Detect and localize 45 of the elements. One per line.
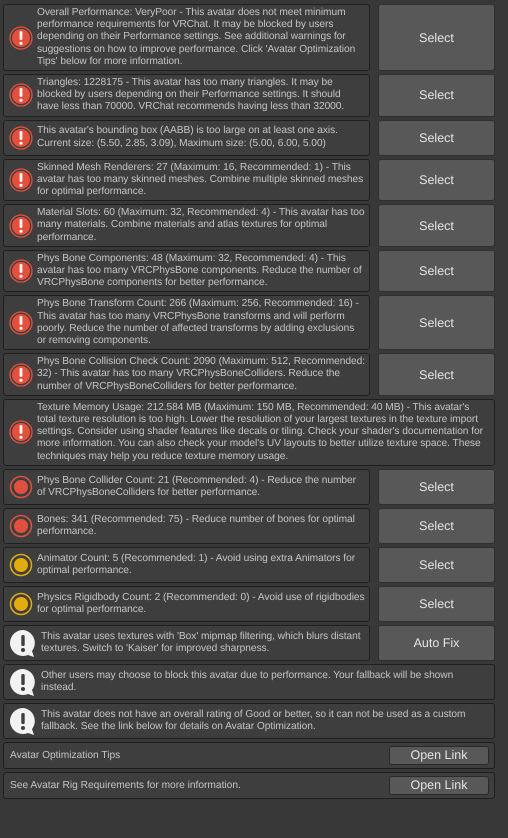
- error-icon: [9, 310, 33, 335]
- message-text: Phys Bone Components: 48 (Maximum: 32, Recommended: 4) - This avatar has too many VRCPhysBone components. Reduce the number of VRCPhysBone components for better performance.: [37, 252, 363, 290]
- message-text: Triangles: 1228175 - This avatar has too many triangles. It may be blocked by users depending on their Performance settings. It should have less than 70000. VRChat recommends having less than 32000.: [37, 77, 346, 114]
- action-button[interactable]: Select: [378, 353, 495, 396]
- message-text: Phys Bone Collision Check Count: 2090 (Maximum: 512, Recommended: 32) - This avatar has too many VRCPhysBoneColliders. Reduce the number of VRCPhysBoneColliders for better performance.: [37, 356, 365, 393]
- message-text: Skinned Mesh Renderers: 27 (Maximum: 16, Recommended: 1) - This avatar has too many skinned meshes. Combine multiple skinned meshes for optimal performance.: [37, 162, 364, 198]
- action-button[interactable]: Select: [378, 120, 495, 156]
- action-button[interactable]: Auto Fix: [378, 624, 495, 661]
- message-text: Texture Memory Usage: 212.584 MB (Maximum: 150 MB, Recommended: 40 MB) - This avatar's total texture resolution is too high. Lower the resolution of your largest textures in the texture import settings. Consider using shader features like decals or tiling. Check your shader's documentation for more information. You can also check your model's UV layouts to better utilize texture space. These techniques may help you reduce texture memory usage.: [37, 402, 484, 463]
- link-label: Avatar Optimization Tips: [10, 750, 120, 761]
- message-text: Phys Bone Collider Count: 21 (Recommended: 4) - Reduce the number of VRCPhysBoneColliders for better performance.: [37, 474, 357, 500]
- open-link-button[interactable]: Open Link: [389, 746, 489, 765]
- speech-bubble-icon: [9, 668, 37, 696]
- error-icon: [9, 420, 33, 444]
- speech-bubble-icon: [9, 628, 37, 657]
- message-text: This avatar uses textures with 'Box' mipmap filtering, which blurs distant textures. Switch to 'Kaiser' for improved sharpness.: [41, 630, 362, 656]
- action-button[interactable]: Select: [378, 586, 495, 622]
- open-link-button[interactable]: Open Link: [389, 776, 489, 795]
- error-icon: [9, 214, 33, 238]
- message-text: This avatar does not have an overall rating of Good or better, so it can not be used as a custom fallback. See the link below for details on Avatar Optimization.: [41, 708, 466, 734]
- error-icon: [9, 126, 33, 150]
- action-button[interactable]: Select: [378, 508, 495, 544]
- message-text: Phys Bone Transform Count: 266 (Maximum: 256, Recommended: 16) - This avatar has too many VRCPhysBone transforms and will perform poorly. Reduce the number of affected transforms by adding exclusions or removing components.: [37, 298, 360, 348]
- error-icon: [9, 26, 33, 50]
- link-label: See Avatar Rig Requirements for more information.: [10, 780, 241, 791]
- error-icon: [9, 259, 33, 284]
- error-icon: [9, 168, 33, 192]
- error-icon: [9, 362, 33, 387]
- speech-bubble-icon: [9, 706, 37, 735]
- message-text: Other users may choose to block this avatar due to performance. Your fallback will be shown instead.: [41, 670, 454, 694]
- message-text: Bones: 341 (Recommended: 75) - Reduce number of bones for optimal performance.: [37, 514, 356, 538]
- action-button[interactable]: Select: [378, 74, 495, 117]
- action-button[interactable]: Select: [378, 4, 495, 72]
- error-icon: [9, 83, 33, 108]
- action-button[interactable]: Select: [378, 158, 495, 202]
- action-button[interactable]: Select: [378, 546, 495, 583]
- action-button[interactable]: Select: [378, 204, 495, 247]
- message-text: Physics Rigidbody Count: 2 (Recommended: 0) - Avoid use of rigidbodies for optimal performance.: [37, 592, 365, 616]
- message-text: Overall Performance: VeryPoor - This avatar does not meet minimum performance requirements for VRChat. It may be blocked by users depending on their Performance settings. See additional warnings for suggestions on how to improve performance. Click 'Avatar Optimization Tips' below for more information.: [37, 7, 356, 68]
- message-text: Material Slots: 60 (Maximum: 32, Recommended: 4) - This avatar has too many materials. Combine materials and atlas textures for optimal performance.: [37, 207, 365, 244]
- action-button[interactable]: Select: [378, 250, 495, 292]
- message-text: This avatar's bounding box (AABB) is too large on at least one axis. Current size: (5.50, 2.85, 3.09), Maximum size: (5.00, 6.00, 5.00): [37, 125, 339, 150]
- action-button[interactable]: Select: [378, 468, 495, 505]
- action-button[interactable]: Select: [378, 295, 495, 350]
- message-text: Animator Count: 5 (Recommended: 1) - Avoid using extra Animators for optimal performance.: [37, 552, 356, 578]
